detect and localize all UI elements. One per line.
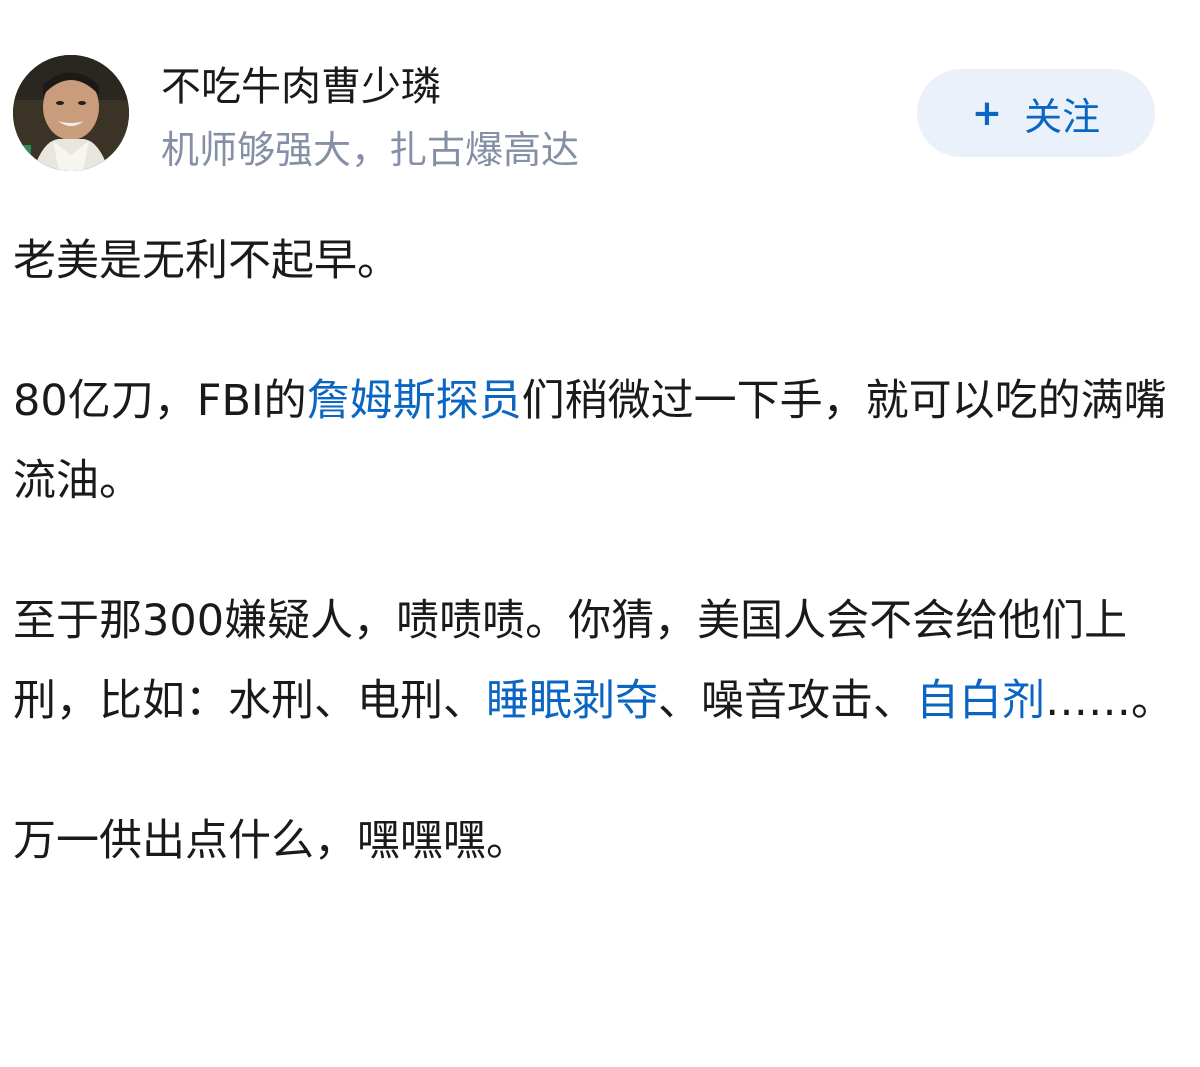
answer-content: 老美是无利不起早。 80亿刀，FBI的詹姆斯探员们稍微过一下手，就可以吃的满嘴流… [13, 221, 1188, 941]
answer-header: 不吃牛肉曹少璘 机师够强大，扎古爆高达 + 关注 [0, 0, 1200, 190]
paragraph-text: ……。 [1045, 676, 1174, 726]
keyword-link-sleep-deprivation[interactable]: 睡眠剥夺 [486, 676, 658, 726]
author-name[interactable]: 不吃牛肉曹少璘 [161, 60, 441, 114]
paragraph-text: 、噪音攻击、 [658, 676, 916, 726]
answer-paragraph-2: 80亿刀，FBI的詹姆斯探员们稍微过一下手，就可以吃的满嘴流油。 [13, 361, 1188, 521]
follow-button[interactable]: + 关注 [917, 69, 1155, 157]
follow-button-label: 关注 [1024, 94, 1101, 139]
author-bio: 机师够强大，扎古爆高达 [161, 128, 580, 172]
paragraph-text: 80亿刀，FBI的 [13, 376, 307, 426]
keyword-link-truth-serum[interactable]: 自白剂 [916, 676, 1045, 726]
answer-paragraph-1: 老美是无利不起早。 [13, 236, 400, 286]
avatar-photo-icon [13, 55, 129, 171]
keyword-link-james-agent[interactable]: 詹姆斯探员 [307, 376, 522, 426]
answer-paragraph-4: 万一供出点什么，嘿嘿嘿。 [13, 816, 529, 866]
author-avatar[interactable] [13, 55, 129, 171]
plus-icon: + [971, 92, 1003, 134]
answer-paragraph-3: 至于那300嫌疑人，啧啧啧。你猜，美国人会不会给他们上刑，比如：水刑、电刑、睡眠… [13, 581, 1188, 741]
